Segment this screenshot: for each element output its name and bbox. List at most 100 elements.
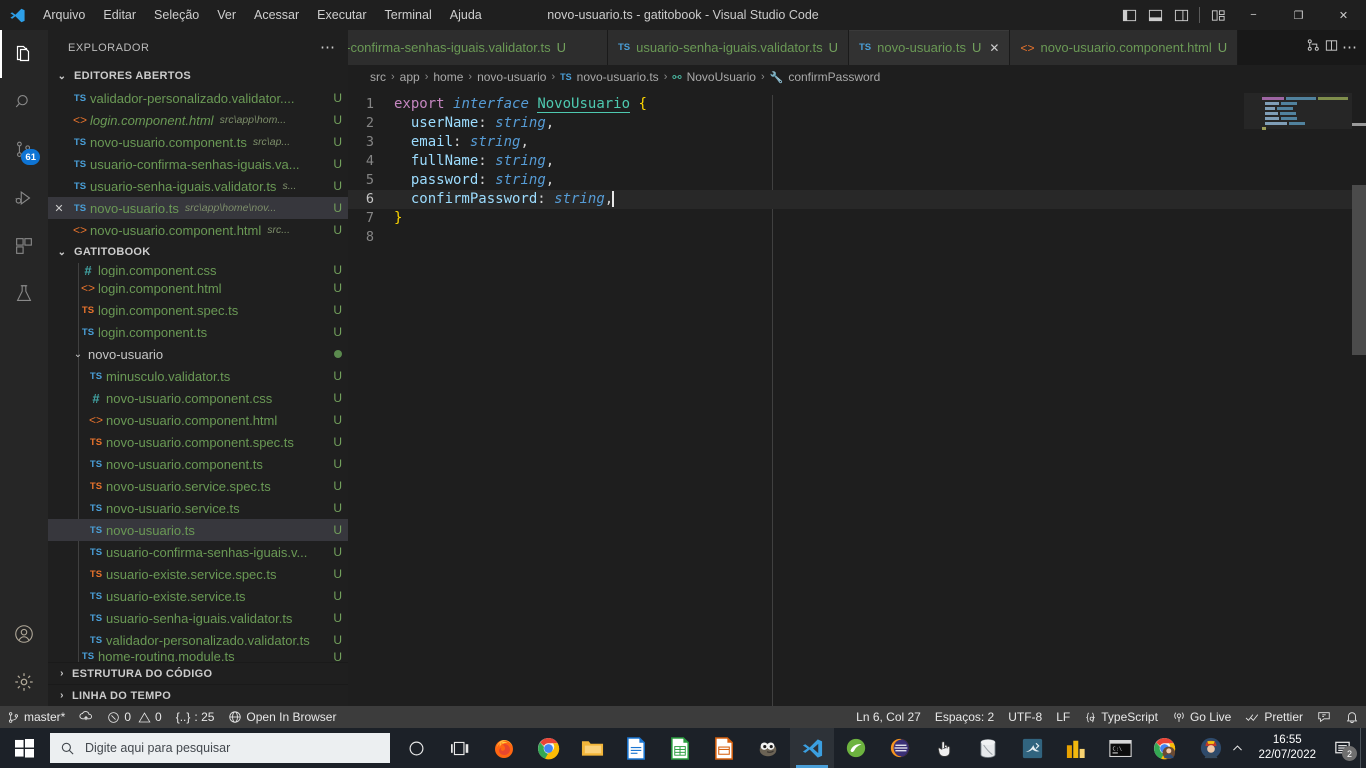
maximize-button[interactable]: ❐ [1276, 0, 1321, 30]
status-feedback[interactable] [1310, 706, 1338, 728]
taskbar-clock[interactable]: 16:55 22/07/2022 [1250, 728, 1324, 768]
tree-item[interactable]: TS usuario-existe.service.ts U [48, 585, 348, 607]
hand-cursor-icon[interactable] [922, 728, 966, 768]
menu-selecao[interactable]: Seleção [145, 4, 208, 26]
tree-item[interactable]: # login.component.css U [48, 263, 348, 277]
show-desktop-button[interactable] [1360, 728, 1366, 768]
notification-icon[interactable]: 2 [1324, 728, 1360, 768]
status-braces[interactable]: {..} : 25 [169, 706, 222, 728]
minimize-button[interactable]: − [1231, 0, 1276, 30]
split-editor-right-icon[interactable] [1324, 38, 1339, 58]
activity-settings[interactable] [0, 658, 48, 706]
close-button[interactable]: ✕ [1321, 0, 1366, 30]
status-cursor-position[interactable]: Ln 6, Col 27 [849, 706, 928, 728]
status-branch[interactable]: master* [0, 706, 72, 728]
list-item[interactable]: TS usuario-senha-iguais.validator.ts s..… [48, 175, 348, 197]
tree-item[interactable]: TS novo-usuario.component.spec.ts U [48, 431, 348, 453]
status-go-live[interactable]: Go Live [1165, 706, 1238, 728]
list-item[interactable]: TS usuario-confirma-senhas-iguais.va... … [48, 153, 348, 175]
tree-item[interactable]: TS minusculo.validator.ts U [48, 365, 348, 387]
tree-item[interactable]: TS login.component.ts U [48, 321, 348, 343]
activity-source-control[interactable]: 61 [0, 126, 48, 174]
customize-layout-icon[interactable] [1205, 0, 1231, 30]
status-language-mode[interactable]: TypeScript [1077, 706, 1165, 728]
status-problems[interactable]: 0 0 [100, 706, 168, 728]
task-view-icon[interactable] [438, 728, 482, 768]
section-timeline[interactable]: › LINHA DO TEMPO [48, 684, 348, 706]
menu-arquivo[interactable]: Arquivo [34, 4, 94, 26]
menu-editar[interactable]: Editar [94, 4, 145, 26]
panel-left-icon[interactable] [1116, 0, 1142, 30]
tab-novo-usuario-component-html[interactable]: <> novo-usuario.component.html U [1010, 30, 1239, 65]
eclipse-icon[interactable] [878, 728, 922, 768]
tree-item[interactable]: TS novo-usuario.service.ts U [48, 497, 348, 519]
tab-novo-usuario-ts[interactable]: TS novo-usuario.ts U ✕ [848, 30, 1011, 65]
status-indentation[interactable]: Espaços: 2 [928, 706, 1001, 728]
menu-ajuda[interactable]: Ajuda [441, 4, 491, 26]
taskbar-search-input[interactable]: Digite aqui para pesquisar [50, 733, 390, 763]
scrollbar-thumb[interactable] [1352, 185, 1366, 355]
status-sync[interactable] [72, 706, 100, 728]
breadcrumb-src[interactable]: src [370, 70, 386, 84]
status-prettier[interactable]: Prettier [1238, 706, 1310, 728]
breadcrumb-property[interactable]: confirmPassword [788, 70, 880, 84]
tree-item[interactable]: TS novo-usuario.component.ts U [48, 453, 348, 475]
list-item[interactable]: <> novo-usuario.component.html src... U [48, 219, 348, 241]
close-icon[interactable]: ✕ [989, 41, 999, 55]
menu-terminal[interactable]: Terminal [376, 4, 441, 26]
activity-search[interactable] [0, 78, 48, 126]
status-open-in-browser[interactable]: Open In Browser [221, 706, 343, 728]
tree-item[interactable]: <> login.component.html U [48, 277, 348, 299]
tree-item[interactable]: TS login.component.spec.ts U [48, 299, 348, 321]
firefox-icon[interactable] [482, 728, 526, 768]
status-notifications[interactable] [1338, 706, 1366, 728]
list-item[interactable]: TS validador-personalizado.validator....… [48, 87, 348, 109]
more-actions-icon[interactable]: ⋯ [1342, 40, 1358, 55]
vscode-icon[interactable] [790, 728, 834, 768]
activity-accounts[interactable] [0, 610, 48, 658]
activity-run-debug[interactable] [0, 174, 48, 222]
terminal-icon[interactable]: C:\ [1098, 728, 1142, 768]
tree-item-active[interactable]: TS novo-usuario.ts U [48, 519, 348, 541]
panel-right-icon[interactable] [1168, 0, 1194, 30]
editor-scrollbar[interactable] [1352, 89, 1366, 706]
tree-item[interactable]: TS validador-personalizado.validator.ts … [48, 629, 348, 651]
breadcrumb-novo-usuario[interactable]: novo-usuario [477, 70, 546, 84]
chrome-icon[interactable] [526, 728, 570, 768]
tree-item[interactable]: TS usuario-existe.service.spec.ts U [48, 563, 348, 585]
spring-icon[interactable] [834, 728, 878, 768]
calc-icon[interactable] [658, 728, 702, 768]
code-editor[interactable]: 1 export interface NovoUsuario { 2 userN… [348, 89, 1366, 706]
impress-icon[interactable] [702, 728, 746, 768]
section-outline[interactable]: › ESTRUTURA DO CÓDIGO [48, 662, 348, 684]
tree-item[interactable]: TS novo-usuario.service.spec.ts U [48, 475, 348, 497]
status-encoding[interactable]: UTF-8 [1001, 706, 1049, 728]
status-eol[interactable]: LF [1049, 706, 1077, 728]
list-item-active[interactable]: ✕ TS novo-usuario.ts src\app\home\nov...… [48, 197, 348, 219]
panel-bottom-icon[interactable] [1142, 0, 1168, 30]
database-icon[interactable] [966, 728, 1010, 768]
breadcrumb-home[interactable]: home [433, 70, 463, 84]
windows-start-icon[interactable] [0, 728, 48, 768]
show-hidden-icons-icon[interactable] [1224, 728, 1250, 768]
tree-item[interactable]: <> novo-usuario.component.html U [48, 409, 348, 431]
breadcrumb-symbol[interactable]: NovoUsuario [687, 70, 756, 84]
tree-item[interactable]: TS usuario-confirma-senhas-iguais.v... U [48, 541, 348, 563]
menu-executar[interactable]: Executar [308, 4, 375, 26]
section-open-editors[interactable]: ⌄ EDITORES ABERTOS [48, 65, 348, 87]
gimp-icon[interactable] [746, 728, 790, 768]
sidebar-more-icon[interactable]: ⋯ [320, 40, 336, 55]
tree-folder-novo-usuario[interactable]: ⌄ novo-usuario [48, 343, 348, 365]
activity-explorer[interactable] [0, 30, 48, 78]
tab-usuario-confirma-senhas-iguais[interactable]: io-confirma-senhas-iguais.validator.ts U [348, 30, 608, 65]
split-editor-down-icon[interactable] [1306, 38, 1321, 58]
list-item[interactable]: <> login.component.html src\app\hom... U [48, 109, 348, 131]
activity-extensions[interactable] [0, 222, 48, 270]
user-avatar-icon[interactable] [1198, 728, 1224, 768]
menu-acessar[interactable]: Acessar [245, 4, 308, 26]
minimap[interactable] [1244, 89, 1352, 706]
close-icon[interactable]: ✕ [48, 202, 70, 215]
tab-usuario-senha-iguais[interactable]: TS usuario-senha-iguais.validator.ts U [608, 30, 849, 65]
breadcrumb-file[interactable]: novo-usuario.ts [577, 70, 659, 84]
tree-item[interactable]: TS usuario-senha-iguais.validator.ts U [48, 607, 348, 629]
